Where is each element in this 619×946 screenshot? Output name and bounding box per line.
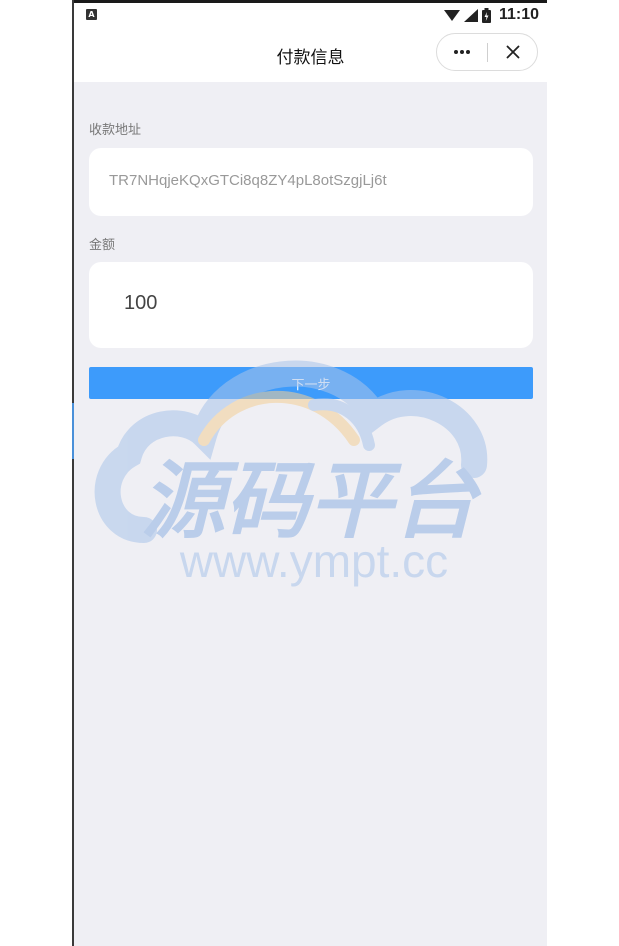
a-icon: A [86,9,97,20]
next-step-button[interactable]: 下一步 [89,367,533,399]
address-field[interactable]: TR7NHqjeKQxGTCi8q8ZY4pL8otSzgjLj6t [89,148,533,216]
amount-label: 金额 [89,238,116,253]
status-bar: A 11:10 [74,0,547,28]
status-bar-top-line [74,0,547,3]
address-label: 收款地址 [89,123,142,138]
battery-icon [481,7,491,23]
amount-input[interactable]: 100 [89,262,533,348]
status-time: 11:10 [498,6,539,23]
watermark-cn-text: 源码平台 [141,452,482,550]
wifi-icon [443,9,460,21]
watermark-arc [198,390,360,446]
watermark-url-text: www.ympt.cc [179,535,448,587]
close-icon [506,45,519,59]
phone-screen: A 11:10 付款信息 收款地址 TR7NHqjeKQxGTCi8q8ZY4p… [74,0,547,946]
amount-value: 100 [124,292,158,314]
signal-icon [463,8,478,22]
status-icons: 11:10 [443,5,539,25]
more-dots-icon [454,50,470,54]
watermark-inner-arc [308,398,375,451]
address-value: TR7NHqjeKQxGTCi8q8ZY4pL8otSzgjLj6t [109,172,387,189]
nav-bar: 付款信息 [74,28,547,82]
more-button[interactable] [437,34,487,70]
mini-program-capsule [436,33,538,71]
close-button[interactable] [488,34,537,70]
